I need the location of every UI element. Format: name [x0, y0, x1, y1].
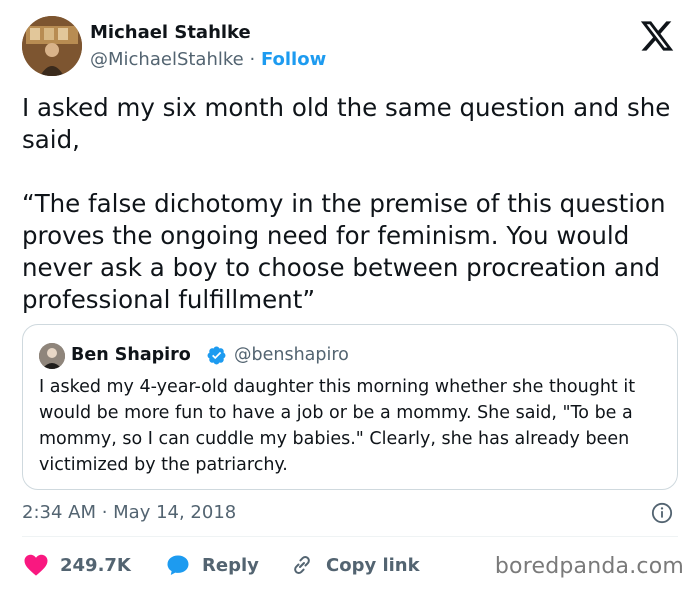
- tweet-paragraph-2: “The false dichotomy in the premise of t…: [22, 189, 666, 314]
- tweet-body: I asked my six month old the same questi…: [22, 92, 682, 316]
- quoted-author-name[interactable]: Ben Shapiro: [71, 344, 191, 366]
- quoted-author-handle[interactable]: @benshapiro: [234, 344, 349, 366]
- quoted-author-avatar[interactable]: [39, 343, 65, 369]
- info-icon[interactable]: [651, 502, 673, 524]
- tweet-paragraph-1: I asked my six month old the same questi…: [22, 93, 671, 154]
- author-avatar[interactable]: [22, 16, 82, 76]
- verified-badge-icon: [207, 346, 226, 365]
- avatar-photo: [22, 16, 82, 76]
- reply-button[interactable]: Reply: [166, 553, 259, 577]
- separator-dot: ·: [249, 49, 256, 70]
- watermark: boredpanda.com: [494, 554, 684, 579]
- link-icon: [294, 556, 310, 574]
- copy-link-button[interactable]: Copy link: [290, 553, 420, 577]
- author-name[interactable]: Michael Stahlke: [90, 22, 251, 44]
- divider: [22, 536, 678, 537]
- x-logo-icon[interactable]: [637, 18, 677, 54]
- follow-button[interactable]: Follow: [261, 49, 326, 70]
- like-count: 249.7K: [60, 554, 131, 576]
- heart-icon: [24, 554, 48, 576]
- quoted-tweet-text: I asked my 4-year-old daughter this morn…: [39, 377, 636, 475]
- reply-label: Reply: [202, 554, 259, 576]
- copy-link-label: Copy link: [326, 554, 420, 576]
- speech-bubble-icon: [167, 555, 189, 575]
- author-handle[interactable]: @MichaelStahlke: [90, 49, 244, 70]
- tweet-timestamp[interactable]: 2:34 AM · May 14, 2018: [22, 502, 236, 524]
- like-button[interactable]: 249.7K: [24, 553, 131, 577]
- quoted-tweet[interactable]: Ben Shapiro @benshapiro I asked my 4-yea…: [22, 324, 678, 490]
